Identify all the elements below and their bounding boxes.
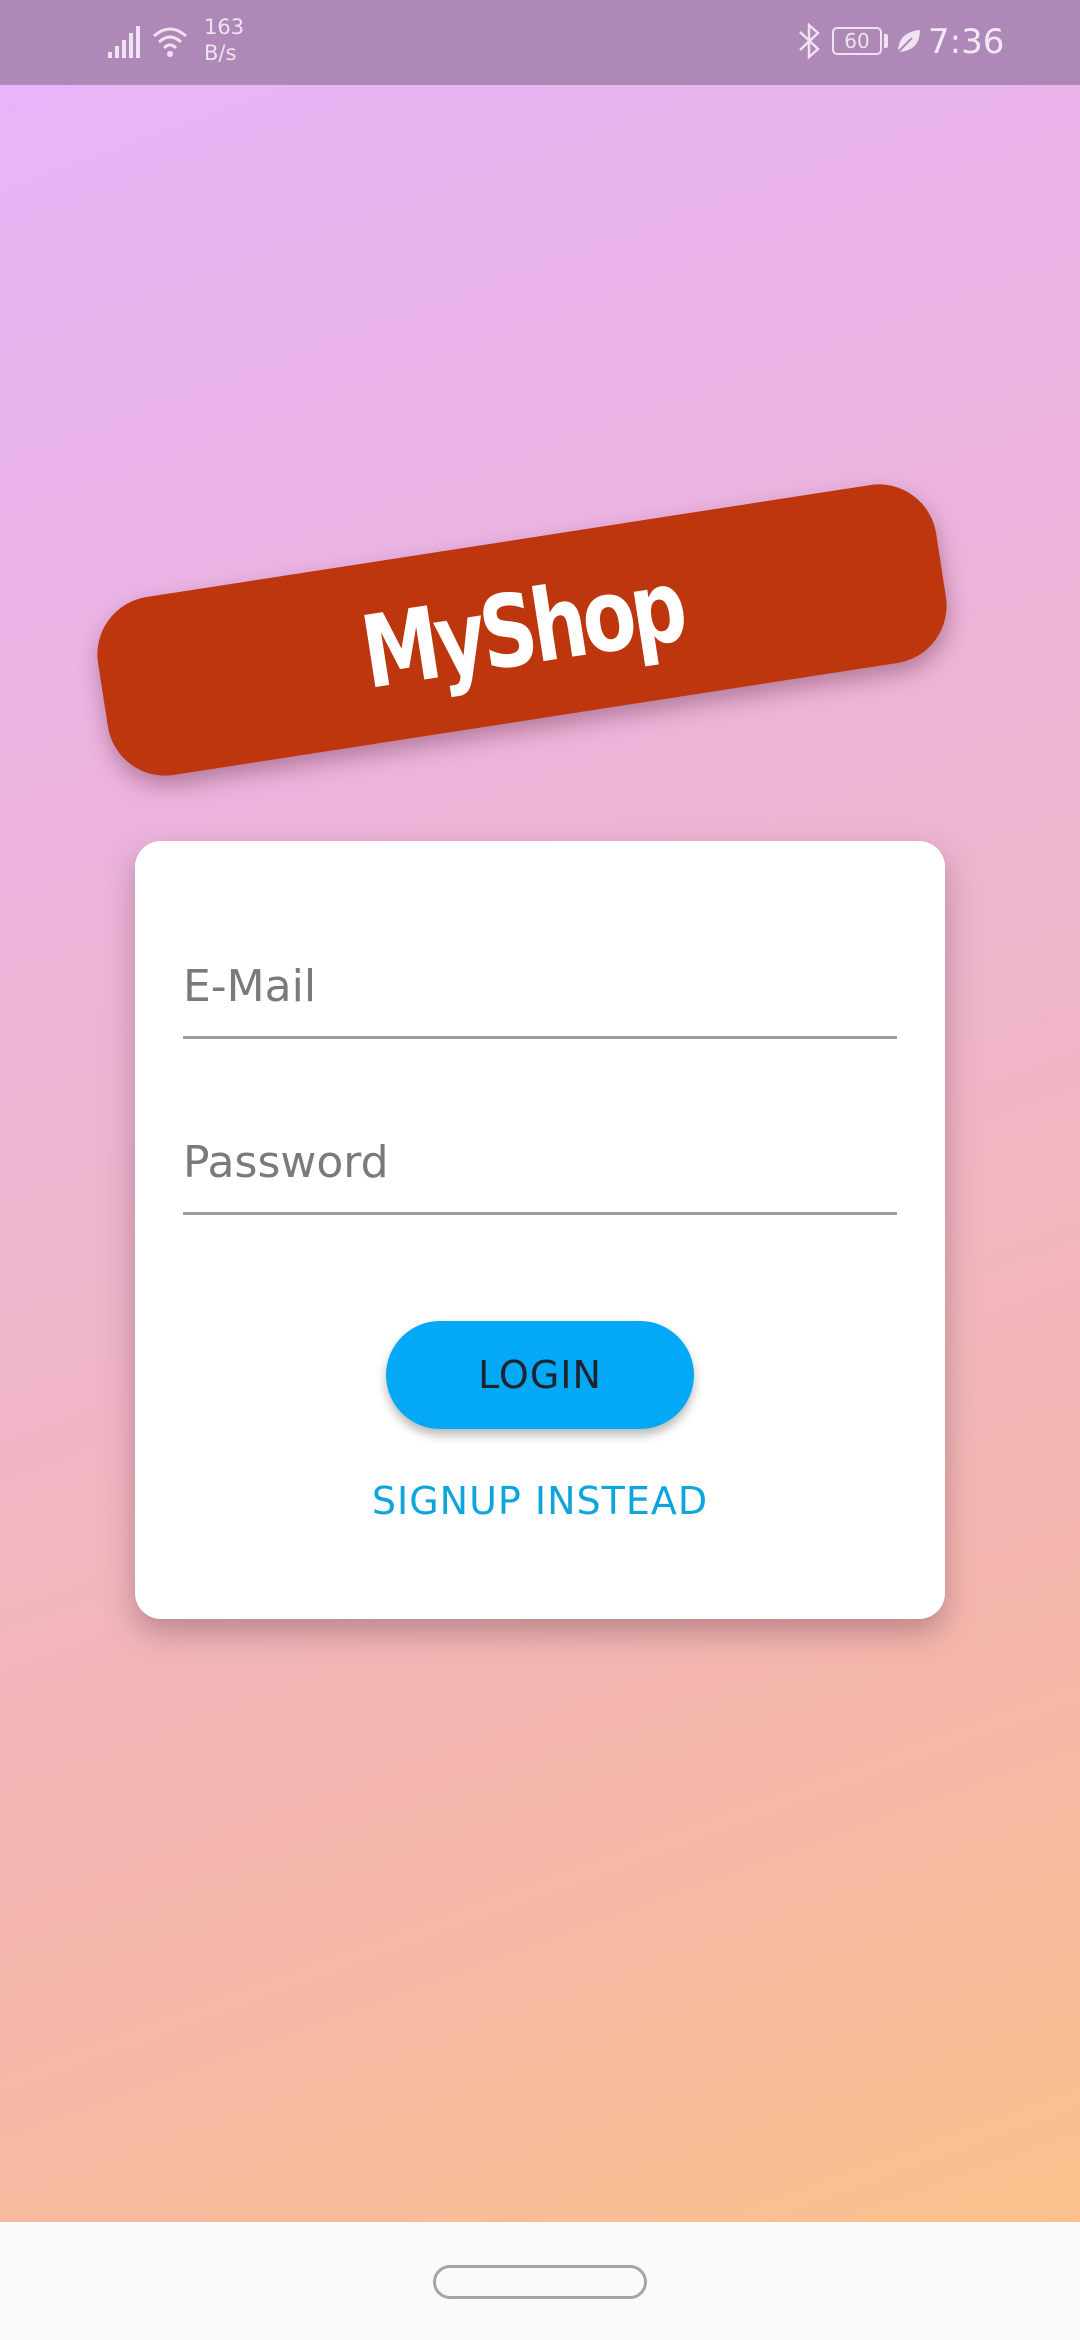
network-speed-unit: B/s: [204, 41, 237, 65]
battery-tip: [884, 34, 888, 48]
battery-level: 60: [844, 29, 870, 53]
password-input[interactable]: [183, 1137, 897, 1188]
network-speed: 163 B/s: [204, 14, 244, 66]
status-bar: 163 B/s 60 7:36: [0, 0, 1080, 85]
clock: 7:36: [928, 22, 1005, 62]
app-logo-banner: MyShop: [89, 476, 955, 784]
signal-icon: [108, 26, 140, 58]
auth-card: LOGIN SIGNUP INSTEAD: [135, 841, 945, 1619]
home-gesture-handle[interactable]: [433, 2265, 647, 2299]
network-speed-value: 163: [204, 15, 245, 39]
bluetooth-icon: [799, 22, 820, 60]
signup-instead-button[interactable]: SIGNUP INSTEAD: [340, 1471, 740, 1531]
login-button[interactable]: LOGIN: [386, 1321, 694, 1429]
leaf-icon: [897, 30, 920, 53]
battery-icon: 60: [832, 27, 882, 55]
email-field: [183, 929, 897, 1039]
navigation-bar: [0, 2222, 1080, 2340]
wifi-icon: [153, 27, 187, 57]
password-field: [183, 1105, 897, 1215]
email-input[interactable]: [183, 961, 897, 1012]
app-logo-text: MyShop: [354, 547, 690, 712]
